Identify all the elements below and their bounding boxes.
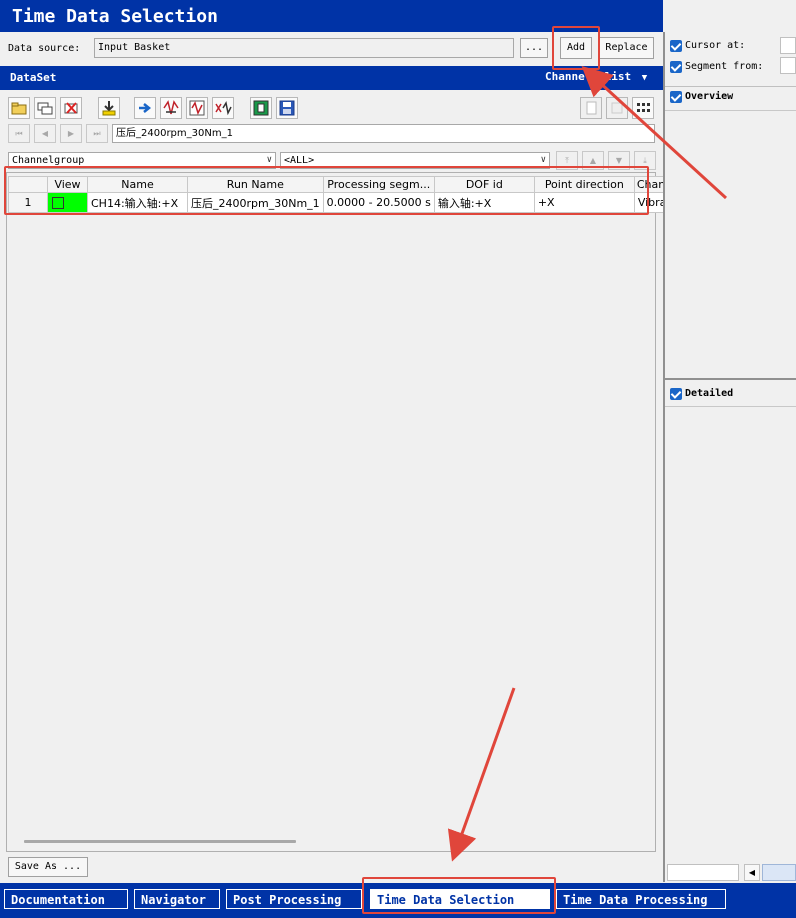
zoom-field[interactable] bbox=[667, 864, 739, 881]
tab-time-data-processing[interactable]: Time Data Processing bbox=[556, 889, 726, 909]
cursor-at-checkbox[interactable] bbox=[670, 40, 682, 52]
signal-remove-icon[interactable] bbox=[212, 97, 234, 119]
overview-label: Overview bbox=[685, 91, 734, 102]
browse-button[interactable]: ... bbox=[520, 38, 548, 58]
data-source-label: Data source: bbox=[8, 43, 81, 54]
segment-from-checkbox[interactable] bbox=[670, 61, 682, 73]
channels-list-dropdown[interactable]: Channels list ▼ bbox=[545, 70, 647, 83]
overview-view[interactable] bbox=[665, 110, 796, 377]
highlight-channel-row bbox=[4, 166, 649, 215]
horizontal-scrollbar[interactable] bbox=[24, 840, 296, 843]
overview-checkbox[interactable] bbox=[670, 91, 682, 103]
highlight-time-data-selection-tab bbox=[362, 877, 556, 914]
overview-scrollbar[interactable] bbox=[762, 864, 796, 881]
grid-view-icon[interactable] bbox=[632, 97, 654, 119]
data-source-field[interactable]: Input Basket bbox=[94, 38, 514, 58]
new-folder-icon[interactable] bbox=[8, 97, 30, 119]
detailed-label: Detailed bbox=[685, 388, 734, 399]
save-icon[interactable] bbox=[276, 97, 298, 119]
frame-icon[interactable] bbox=[250, 97, 272, 119]
cursor-at-input[interactable] bbox=[780, 37, 796, 54]
segment-from-label: Segment from: bbox=[685, 61, 764, 72]
highlight-add-button bbox=[552, 26, 600, 70]
previous-icon[interactable]: ◀ bbox=[34, 124, 56, 143]
detailed-checkbox[interactable] bbox=[670, 388, 682, 400]
channelgroup-select-value: Channelgroup bbox=[12, 155, 85, 166]
replace-button[interactable]: Replace bbox=[599, 37, 654, 59]
arrow-right-icon[interactable] bbox=[134, 97, 156, 119]
copy-windows-icon[interactable] bbox=[34, 97, 56, 119]
save-as-button[interactable]: Save As ... bbox=[8, 857, 88, 877]
document-icon[interactable] bbox=[580, 97, 602, 119]
delete-icon[interactable] bbox=[60, 97, 82, 119]
dataset-title: DataSet bbox=[10, 71, 57, 84]
tab-documentation[interactable]: Documentation bbox=[4, 889, 128, 909]
first-icon[interactable]: ⏮ bbox=[8, 124, 30, 143]
properties-icon[interactable] bbox=[606, 97, 628, 119]
next-icon[interactable]: ▶ bbox=[60, 124, 82, 143]
cursor-at-label: Cursor at: bbox=[685, 40, 746, 51]
detailed-view[interactable] bbox=[665, 406, 796, 857]
channels-list-label: Channels list bbox=[545, 70, 632, 83]
last-icon[interactable]: ⏭ bbox=[86, 124, 108, 143]
import-icon[interactable] bbox=[98, 97, 120, 119]
scroll-left-icon[interactable]: ◀ bbox=[744, 864, 760, 881]
signal-compare-icon[interactable] bbox=[186, 97, 208, 119]
filter-select-value: <ALL> bbox=[284, 155, 315, 166]
channels-grid-area bbox=[6, 172, 656, 852]
signal-arrows-icon[interactable] bbox=[160, 97, 182, 119]
tab-navigator[interactable]: Navigator bbox=[134, 889, 220, 909]
tab-post-processing[interactable]: Post Processing bbox=[226, 889, 362, 909]
chevron-down-icon: ▼ bbox=[641, 73, 648, 83]
run-field[interactable]: 压后_2400rpm_30Nm_1 bbox=[112, 124, 655, 143]
segment-from-input[interactable] bbox=[780, 57, 796, 74]
splitter[interactable] bbox=[665, 378, 796, 380]
